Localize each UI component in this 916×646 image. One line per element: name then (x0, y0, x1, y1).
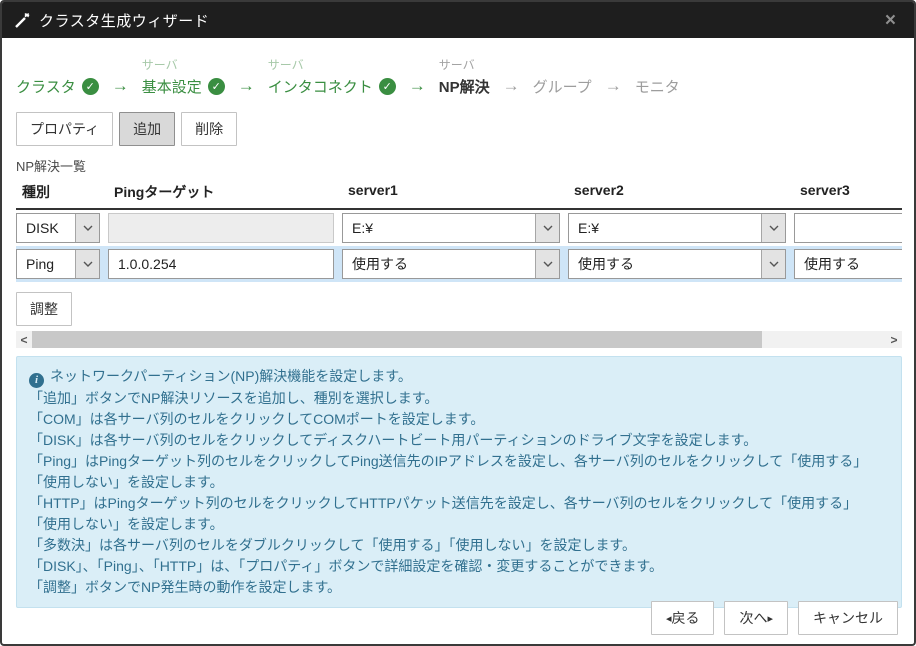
arrow-icon: → (238, 74, 255, 98)
check-icon: ✓ (82, 78, 99, 95)
step-label: モニタ (635, 76, 680, 97)
info-text: 「追加」ボタンでNP解決リソースを追加し、種別を選択します。 (29, 388, 889, 409)
footer-buttons: ◂戻る 次へ▸ キャンセル (651, 601, 898, 635)
info-text: 「HTTP」はPingターゲット列のセルをクリックしてHTTPパケット送信先を設… (29, 493, 889, 514)
ping-target-input[interactable] (108, 249, 334, 279)
step-basic-settings[interactable]: サーバ 基本設定✓ (142, 56, 225, 98)
col-header-server2: server2 (568, 182, 794, 202)
server3-cell-select[interactable] (794, 213, 902, 243)
chevron-down-icon (535, 250, 559, 278)
np-resolution-grid: 種別 Pingターゲット server1 server2 server3 DIS… (16, 177, 902, 282)
info-icon: i (29, 373, 44, 388)
chevron-down-icon (761, 214, 785, 242)
arrow-icon: → (605, 74, 622, 98)
cluster-wizard-dialog: クラスタ生成ウィザード × クラスタ✓ → サーバ 基本設定✓ → サーバ イン… (0, 0, 916, 646)
type-select[interactable]: Ping (16, 249, 100, 279)
server3-cell-select[interactable]: 使用する (794, 249, 902, 279)
tune-button[interactable]: 調整 (16, 292, 72, 326)
info-text: 「多数決」は各サーバ列のセルをダブルクリックして「使用する」「使用しない」を設定… (29, 535, 889, 556)
chevron-down-icon (75, 214, 99, 242)
info-text: 「DISK」、「Ping」、「HTTP」は、「プロパティ」ボタンで詳細設定を確認… (29, 556, 889, 577)
col-header-server3: server3 (794, 182, 902, 202)
info-text: 「調整」ボタンでNP発生時の動作を設定します。 (29, 577, 889, 598)
step-cluster[interactable]: クラスタ ✓ (16, 56, 99, 98)
title-bar: クラスタ生成ウィザード × (2, 2, 914, 38)
info-text: 「DISK」は各サーバ列のセルをクリックしてディスクハートビート用パーティション… (29, 430, 889, 451)
arrow-icon: → (409, 74, 426, 98)
table-row-selected: Ping 使用する 使用する (16, 246, 902, 282)
next-button[interactable]: 次へ▸ (724, 601, 788, 635)
server1-cell-select[interactable]: 使用する (342, 249, 560, 279)
step-group[interactable]: グループ (533, 56, 592, 98)
properties-button[interactable]: プロパティ (16, 112, 113, 146)
info-text: 「使用しない」を設定します。 (29, 472, 889, 493)
dialog-title: クラスタ生成ウィザード (39, 10, 879, 31)
server2-cell-select[interactable]: 使用する (568, 249, 786, 279)
step-label: インタコネクト (268, 76, 373, 97)
table-row: DISK E:¥ E:¥ (16, 210, 902, 246)
col-header-type: 種別 (16, 182, 108, 202)
col-header-server1: server1 (342, 182, 568, 202)
close-icon[interactable]: × (879, 9, 902, 32)
info-text: 「Ping」はPingターゲット列のセルをクリックしてPing送信先のIPアドレ… (29, 451, 889, 472)
toolbar: プロパティ 追加 削除 (16, 112, 900, 146)
step-np-resolution[interactable]: サーバ NP解決 (439, 56, 490, 98)
check-icon: ✓ (379, 78, 396, 95)
step-label: NP解決 (439, 76, 490, 97)
arrow-icon: → (503, 74, 520, 98)
back-button[interactable]: ◂戻る (651, 601, 715, 635)
wizard-breadcrumb: クラスタ✓ → サーバ 基本設定✓ → サーバ インタコネクト✓ → サーバ N… (16, 56, 900, 98)
horizontal-scrollbar[interactable]: < > (16, 331, 902, 348)
magic-wand-icon (14, 12, 31, 29)
np-list-label: NP解決一覧 (16, 156, 900, 175)
col-header-ping-target: Pingターゲット (108, 182, 342, 202)
check-icon: ✓ (208, 78, 225, 95)
step-interconnect[interactable]: サーバ インタコネクト✓ (268, 56, 396, 98)
cancel-button[interactable]: キャンセル (798, 601, 898, 635)
info-text: 「COM」は各サーバ列のセルをクリックしてCOMポートを設定します。 (29, 409, 889, 430)
scroll-right-icon[interactable]: > (886, 331, 902, 348)
step-monitor[interactable]: モニタ (635, 56, 680, 98)
info-text: 「使用しない」を設定します。 (29, 514, 889, 535)
ping-target-input (108, 213, 334, 243)
grid-header-row: 種別 Pingターゲット server1 server2 server3 (16, 177, 902, 210)
server2-cell-select[interactable]: E:¥ (568, 213, 786, 243)
chevron-down-icon (761, 250, 785, 278)
scrollbar-thumb[interactable] (32, 331, 762, 348)
chevron-down-icon (75, 250, 99, 278)
delete-button[interactable]: 削除 (181, 112, 237, 146)
scroll-left-icon[interactable]: < (16, 331, 32, 348)
step-label: 基本設定 (142, 76, 202, 97)
info-panel: i ネットワークパーティション(NP)解決機能を設定します。 「追加」ボタンでNP… (16, 356, 902, 608)
chevron-down-icon (535, 214, 559, 242)
arrow-icon: → (112, 74, 129, 98)
server1-cell-select[interactable]: E:¥ (342, 213, 560, 243)
add-button[interactable]: 追加 (119, 112, 175, 146)
next-arrow-icon: ▸ (767, 613, 773, 625)
step-label: グループ (533, 76, 592, 97)
step-label: クラスタ (16, 76, 76, 97)
type-select[interactable]: DISK (16, 213, 100, 243)
info-text: ネットワークパーティション(NP)解決機能を設定します。 (50, 368, 412, 384)
